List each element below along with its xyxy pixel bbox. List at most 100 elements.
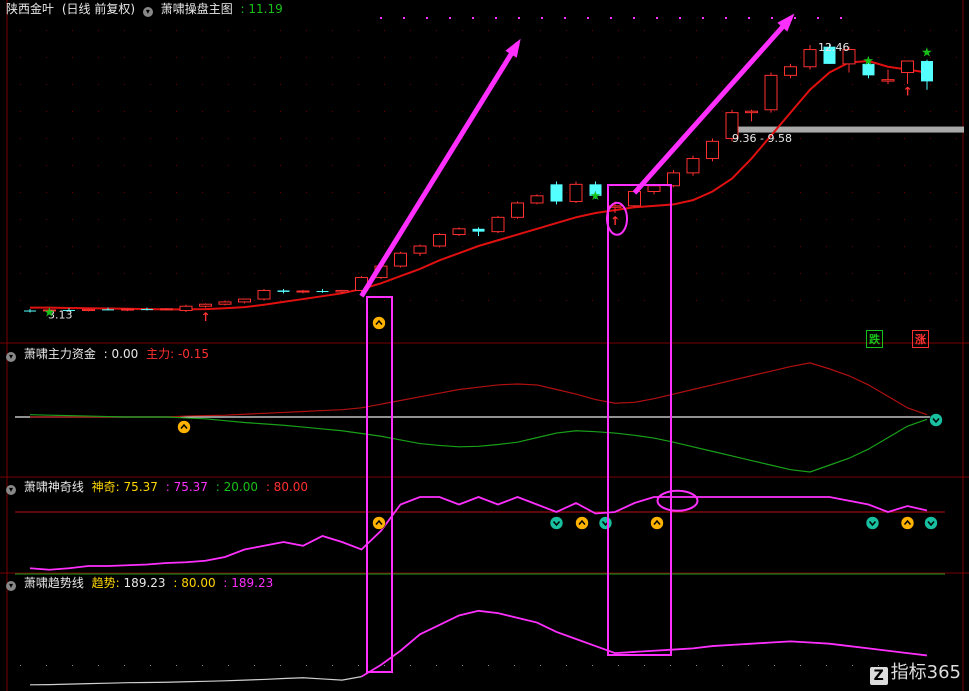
logo-icon: Z <box>869 667 888 685</box>
grid-dot <box>852 246 853 247</box>
grid-dot <box>98 192 99 193</box>
grid-dot <box>228 57 229 58</box>
grid-dot <box>514 192 515 193</box>
grid-dot <box>46 111 47 112</box>
magic-name[interactable]: 萧啸神奇线 <box>24 480 84 494</box>
grid-dot <box>618 273 619 274</box>
grid-dot <box>358 111 359 112</box>
trend-arrow <box>359 42 520 298</box>
grid-dot <box>956 246 957 247</box>
grid-dot <box>956 300 957 301</box>
grid-dot <box>540 273 541 274</box>
grid-dot <box>696 246 697 247</box>
chevron-down-icon[interactable]: ▾ <box>6 581 16 591</box>
grid-dot <box>20 138 21 139</box>
grid-dot <box>410 57 411 58</box>
grid-dot <box>826 219 827 220</box>
grid-dot <box>280 300 281 301</box>
grid-dot <box>280 30 281 31</box>
top-dot <box>794 17 796 19</box>
grid-dot <box>462 84 463 85</box>
grid-dot <box>124 57 125 58</box>
grid-dot <box>566 665 567 666</box>
candle-up <box>511 202 524 218</box>
grid-dot <box>176 165 177 166</box>
grid-dot <box>20 84 21 85</box>
candle-up <box>706 140 719 160</box>
candle-up <box>803 49 817 68</box>
chevron-down-icon[interactable]: ▾ <box>6 485 16 495</box>
grid-dot <box>46 138 47 139</box>
grid-dot <box>696 219 697 220</box>
grid-dot <box>878 111 879 112</box>
grid-dot <box>722 246 723 247</box>
grid-dot <box>800 165 801 166</box>
grid-dot <box>800 30 801 31</box>
grid-dot <box>540 57 541 58</box>
grid-dot <box>280 138 281 139</box>
grid-dot <box>384 84 385 85</box>
grid-dot <box>956 165 957 166</box>
fund-name[interactable]: 萧啸主力资金 <box>24 347 96 361</box>
grid-dot <box>644 111 645 112</box>
candle-up <box>745 110 758 114</box>
stock-name: 陕西金叶 <box>6 2 55 16</box>
grid-dot <box>904 246 905 247</box>
grid-dot <box>436 30 437 31</box>
grid-dot <box>774 165 775 166</box>
grid-dot <box>644 665 645 666</box>
grid-dot <box>72 273 73 274</box>
grid-dot <box>332 165 333 166</box>
grid-dot <box>956 111 957 112</box>
grid-dot <box>46 273 47 274</box>
grid-dot <box>956 138 957 139</box>
buy-signal-icon <box>900 516 915 530</box>
grid-dot <box>826 665 827 666</box>
grid-dot <box>228 665 229 666</box>
candle-up <box>413 245 427 254</box>
grid-dot <box>930 192 931 193</box>
chevron-down-icon[interactable]: ▾ <box>6 352 16 362</box>
grid-dot <box>20 192 21 193</box>
candle-up <box>335 289 349 293</box>
main-header: 陕西金叶 (日线 前复权) ▾ 萧啸操盘主图 : 11.19 <box>6 2 287 17</box>
annotation-ellipse <box>656 489 699 512</box>
grid-dot <box>384 165 385 166</box>
grid-dot <box>514 57 515 58</box>
trend-name[interactable]: 萧啸趋势线 <box>24 576 84 590</box>
grid-dot <box>46 192 47 193</box>
grid-dot <box>202 192 203 193</box>
top-dot <box>403 17 405 19</box>
grid-dot <box>774 300 775 301</box>
indicator-name[interactable]: 萧啸操盘主图 <box>161 2 233 16</box>
grid-dot <box>800 665 801 666</box>
magic-v2: : 75.37 <box>165 480 208 494</box>
grid-dot <box>462 30 463 31</box>
grid-dot <box>774 57 775 58</box>
grid-dot <box>332 219 333 220</box>
grid-dot <box>436 192 437 193</box>
grid-dot <box>722 219 723 220</box>
grid-dot <box>254 57 255 58</box>
grid-dot <box>696 273 697 274</box>
grid-dot <box>722 665 723 666</box>
grid-dot <box>852 665 853 666</box>
grid-dot <box>254 300 255 301</box>
trend-label: 趋势: <box>91 576 120 590</box>
grid-dot <box>540 219 541 220</box>
grid-dot <box>618 192 619 193</box>
candle-up <box>569 183 583 203</box>
chevron-down-icon[interactable]: ▾ <box>142 7 153 17</box>
trend-v1: 189.23 <box>123 576 166 590</box>
top-dot <box>426 17 428 19</box>
grid-dot <box>124 300 125 301</box>
grid-dot <box>878 246 879 247</box>
grid-dot <box>20 219 21 220</box>
top-dot <box>610 17 612 19</box>
period-label[interactable]: (日线 前复权) <box>62 2 135 16</box>
grid-dot <box>566 84 567 85</box>
grid-dot <box>748 300 749 301</box>
grid-dot <box>410 165 411 166</box>
grid-dot <box>774 246 775 247</box>
grid-dot <box>202 219 203 220</box>
